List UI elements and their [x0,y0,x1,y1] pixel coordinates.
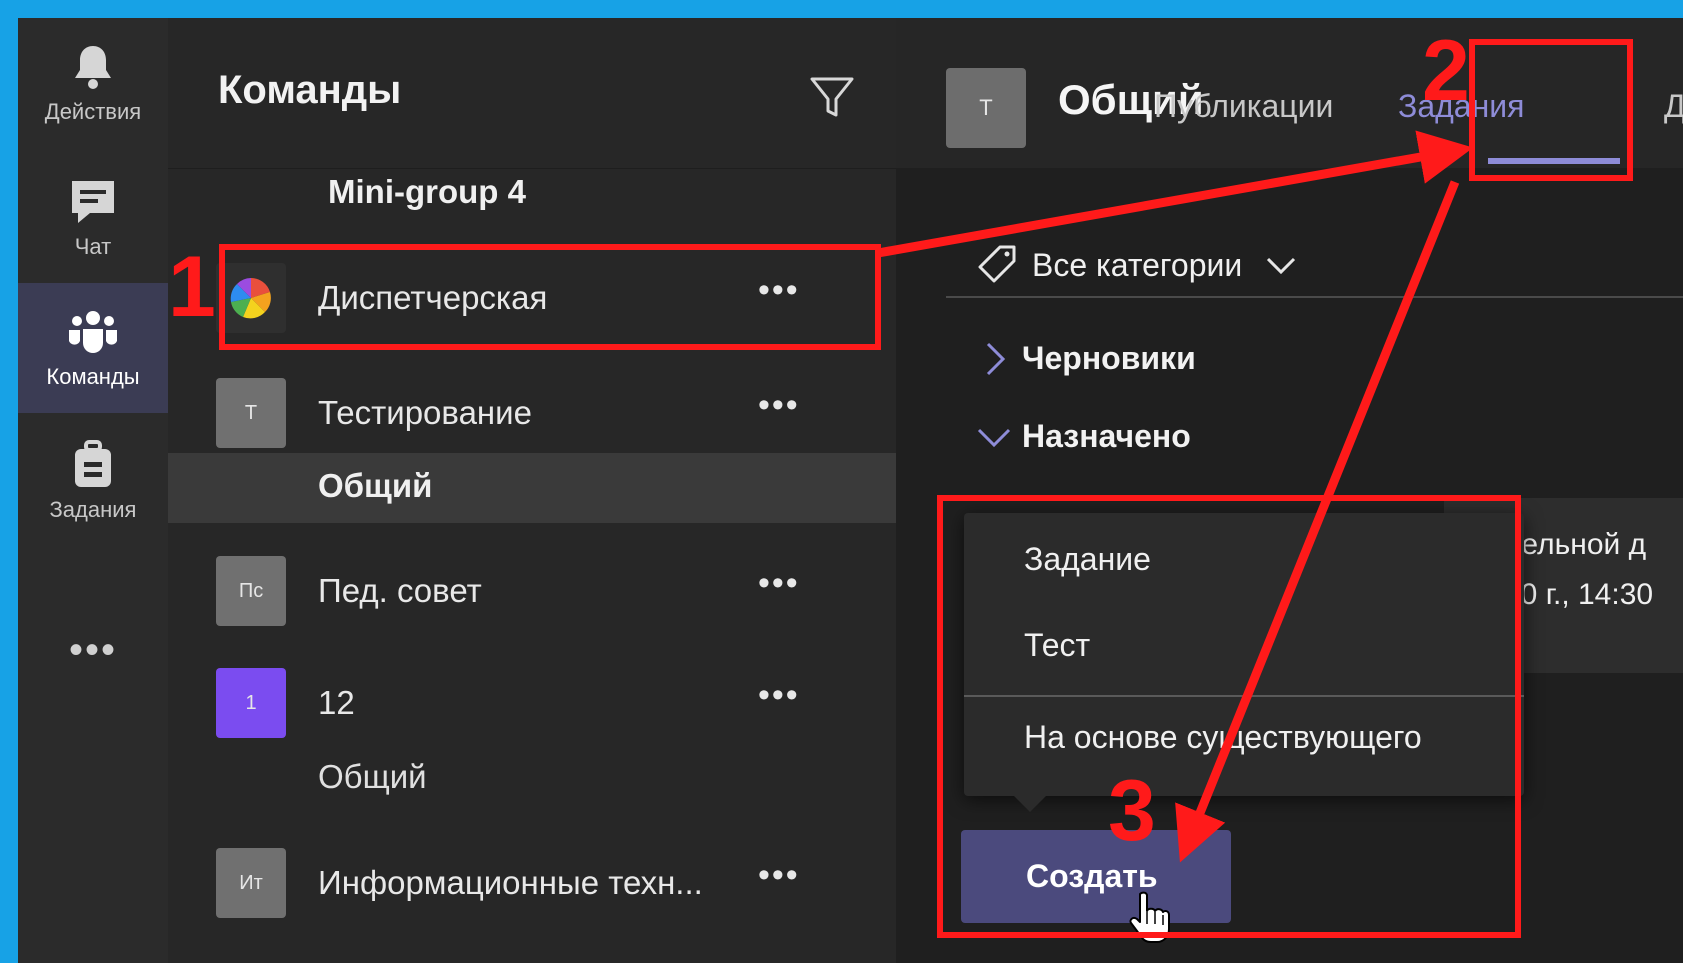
section-assigned[interactable]: Назначено [976,418,1191,455]
menu-pointer [1014,796,1046,812]
rail-label: Чат [74,234,112,259]
assignments-icon [67,439,119,491]
menu-divider [964,695,1524,697]
section-drafts[interactable]: Черновики [976,340,1196,377]
team-avatar: Т [216,378,286,448]
team-avatar: 1 [216,668,286,738]
team-row[interactable]: Т Тестирование ••• [168,378,896,458]
rail-item-assignments[interactable]: Задания [18,416,168,546]
team-name: 12 [318,684,355,721]
color-wheel-avatar [216,263,286,333]
divider [946,296,1683,298]
chevron-right-icon [976,341,1012,377]
team-avatar: Пс [216,556,286,626]
chevron-down-icon [976,419,1012,455]
more-options-icon[interactable]: ••• [758,856,800,895]
team-row[interactable]: Пс Пед. совет ••• [168,556,896,636]
active-tab-indicator [1488,158,1620,164]
filter-icon[interactable] [808,73,856,121]
more-options-icon[interactable]: ••• [758,386,800,425]
rail-more-button[interactable]: ••• [18,628,168,673]
main-pane: Т Общий Публикации Задания Д Все категор… [896,18,1683,963]
menu-item-from-existing[interactable]: На основе существующего [1024,719,1422,756]
rail-item-activity[interactable]: Действия [18,18,168,148]
chat-icon [67,176,119,228]
chevron-down-icon [1264,248,1298,282]
section-label: Черновики [1022,340,1196,376]
menu-item-assignment[interactable]: Задание [1024,541,1151,578]
team-avatar: Ит [216,848,286,918]
bell-icon [67,41,119,93]
more-options-icon[interactable]: ••• [758,564,800,603]
more-options-icon[interactable]: ••• [758,676,800,715]
teams-icon [67,306,119,358]
team-name: Пед. совет [318,572,482,609]
category-filter-label: Все категории [1032,246,1243,283]
assignment-card-date: 20 г., 14:30 [1504,578,1654,611]
section-label: Назначено [1022,418,1191,454]
teams-app: Действия Чат Команды Задания ••• Команды [18,18,1683,963]
subgroup-label: Mini-group 4 [328,173,526,210]
step-number-1: 1 [168,239,216,335]
tag-icon [976,243,1020,287]
tab-more[interactable]: Д [1664,88,1683,125]
teams-panel: Команды Mini-group 4 Диспетчерская ••• Т… [168,18,896,963]
team-row[interactable]: 1 12 ••• [168,668,896,748]
create-menu: Задание Тест На основе существующего [964,513,1524,796]
step-number-2: 2 [1422,23,1470,119]
rail-label: Задания [49,497,137,522]
app-rail: Действия Чат Команды Задания ••• [18,18,168,963]
create-button[interactable]: Создать [961,830,1231,923]
more-options-icon[interactable]: ••• [758,271,800,310]
team-row[interactable]: Диспетчерская ••• [168,263,896,343]
rail-item-chat[interactable]: Чат [18,153,168,283]
rail-label: Действия [44,99,142,124]
rail-item-teams[interactable]: Команды [18,283,168,413]
team-row[interactable]: Ит Информационные техн... ••• [168,848,896,928]
channel-item[interactable]: Общий [168,453,896,523]
team-name: Тестирование [318,394,532,431]
step-number-3: 3 [1108,763,1156,859]
channel-header: Т Общий Публикации Задания Д [896,18,1683,168]
teams-title: Команды [218,68,402,112]
category-filter[interactable]: Все категории [976,243,1298,287]
team-name: Диспетчерская [318,279,548,316]
team-name: Информационные техн... [318,864,703,901]
channel-item[interactable]: Общий [168,744,896,814]
teams-header: Команды [168,18,896,169]
menu-item-quiz[interactable]: Тест [1024,627,1090,664]
channel-name: Общий [318,467,433,504]
hand-cursor-icon [1128,890,1170,944]
tab-posts[interactable]: Публикации [1154,88,1333,125]
rail-label: Команды [46,364,140,389]
channel-name: Общий [318,758,427,795]
channel-avatar: Т [946,68,1026,148]
